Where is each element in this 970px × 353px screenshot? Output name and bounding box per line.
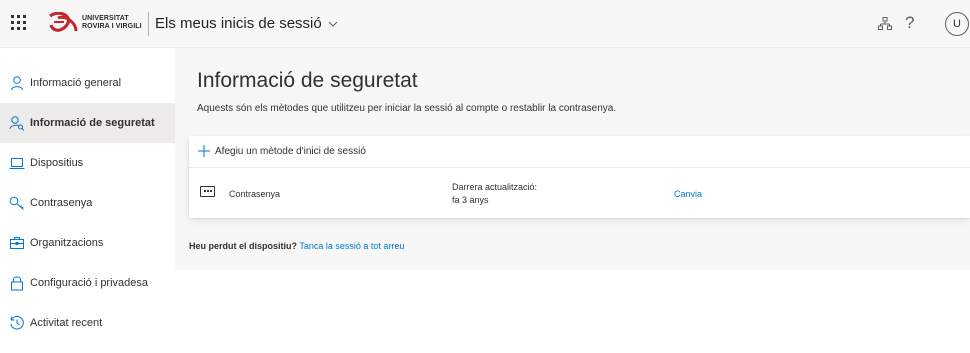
sidebar-item-label: Informació de seguretat: [30, 117, 155, 129]
page-subtitle: Aquests són els mètodes que utilitzeu pe…: [197, 103, 617, 114]
lost-device-notice: Heu perdut el dispositiu? Tanca la sessi…: [189, 241, 404, 251]
sidebar-item-security-info[interactable]: Informació de seguretat: [0, 103, 175, 143]
sidebar-item-label: Informació general: [30, 77, 122, 89]
sidebar-item-overview[interactable]: Informació general: [0, 63, 175, 103]
laptop-icon: [9, 158, 25, 169]
sidebar-item-organizations[interactable]: Organitzacions: [0, 223, 175, 263]
key-icon: [9, 196, 24, 210]
waffle-icon[interactable]: [10, 14, 28, 32]
method-name: Contrasenya: [229, 189, 281, 199]
avatar[interactable]: U: [945, 12, 969, 36]
sidebar: Informació general Informació de seguret…: [0, 48, 175, 353]
last-updated-value: fa 3 anys: [452, 195, 489, 205]
plus-icon: [198, 145, 210, 157]
add-method-button[interactable]: Afegiu un mètode d'inici de sessió: [189, 136, 970, 168]
top-bar: UNIVERSITAT ROVIRA I VIRGILI Els meus in…: [0, 0, 970, 48]
sidebar-item-label: Contrasenya: [30, 197, 93, 209]
app-title: Els meus inicis de sessió: [155, 15, 322, 32]
change-password-link[interactable]: Canvia: [674, 189, 702, 199]
briefcase-icon: [10, 237, 24, 249]
logo-line-1: UNIVERSITAT: [82, 15, 129, 22]
chevron-down-icon: [328, 21, 338, 27]
urv-logo-mark: [49, 12, 78, 32]
page-title: Informació de seguretat: [197, 69, 418, 92]
sidebar-item-label: Configuració i privadesa: [30, 277, 149, 289]
sign-out-everywhere-link[interactable]: Tanca la sessió a tot arreu: [299, 241, 404, 251]
sidebar-item-label: Dispositius: [30, 157, 84, 169]
header-divider: [148, 12, 149, 36]
methods-card: Afegiu un mètode d'inici de sessió Contr…: [189, 136, 970, 218]
history-icon: [10, 315, 24, 330]
lock-icon: [11, 276, 23, 291]
university-logo: UNIVERSITAT ROVIRA I VIRGILI: [48, 11, 142, 35]
sidebar-item-label: Activitat recent: [30, 317, 103, 329]
sidebar-item-recent-activity[interactable]: Activitat recent: [0, 303, 175, 343]
organization-icon[interactable]: [878, 17, 892, 31]
sidebar-item-settings-privacy[interactable]: Configuració i privadesa: [0, 263, 175, 303]
sidebar-item-devices[interactable]: Dispositius: [0, 143, 175, 183]
person-icon: [11, 76, 23, 91]
lost-device-question: Heu perdut el dispositiu?: [189, 241, 298, 251]
university-name: UNIVERSITAT ROVIRA I VIRGILI: [82, 15, 142, 31]
sidebar-item-password[interactable]: Contrasenya: [0, 183, 175, 223]
avatar-initial: U: [953, 18, 961, 30]
password-dots-icon: [200, 186, 215, 197]
logo-line-2: ROVIRA I VIRGILI: [82, 23, 142, 30]
app-switcher[interactable]: Els meus inicis de sessió: [155, 15, 338, 32]
add-method-label: Afegiu un mètode d'inici de sessió: [215, 146, 366, 157]
last-updated-label: Darrera actualització:: [452, 182, 538, 192]
help-icon[interactable]: ?: [905, 13, 914, 33]
security-info-icon: [9, 116, 25, 131]
method-row-password: Contrasenya Darrera actualització: fa 3 …: [189, 168, 970, 218]
sidebar-item-label: Organitzacions: [30, 237, 104, 249]
